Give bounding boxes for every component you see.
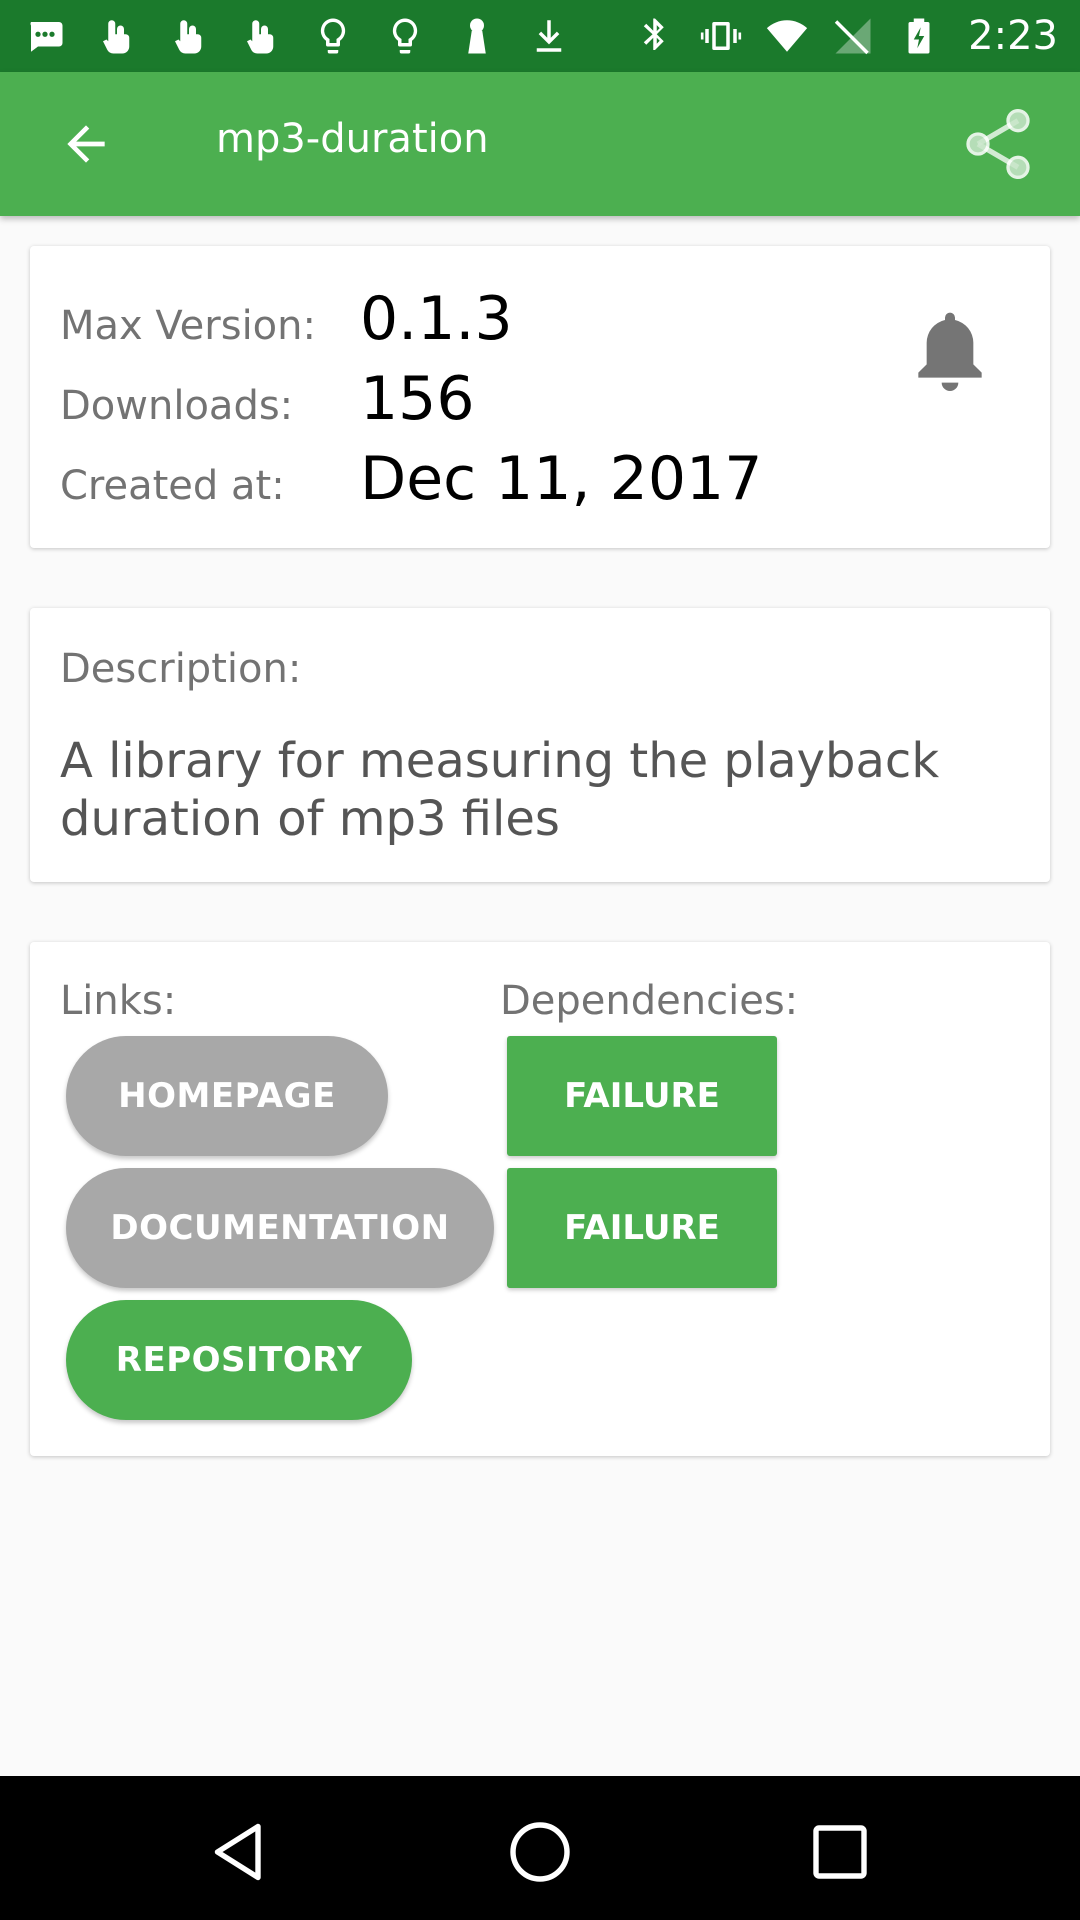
nav-back-button[interactable] [200,1812,280,1892]
system-icons: 2:23 [632,10,1058,62]
dependency-button[interactable]: FAILURE [507,1036,777,1156]
created-label: Created at: [60,463,285,509]
no-signal-icon [830,13,876,59]
max-version-row: Max Version: 0.1.3 [60,284,513,354]
links-card: Links: Dependencies: HOMEPAGE DOCUMENTAT… [30,942,1050,1456]
bluetooth-icon [632,13,678,59]
dependency-button[interactable]: FAILURE [507,1168,777,1288]
description-text: A library for measuring the playback dur… [60,733,940,847]
downloads-row: Downloads: 156 [60,364,475,434]
navigation-bar [0,1776,1080,1920]
lightbulb-icon [382,13,428,59]
keyhole-icon [454,13,500,59]
package-info-card: Max Version: 0.1.3 Downloads: 156 Create… [30,246,1050,548]
status-bar: 2:23 [0,0,1080,72]
downloads-value: 156 [360,364,475,434]
touch-icon [238,13,284,59]
downloads-label: Downloads: [60,383,294,429]
created-value: Dec 11, 2017 [360,444,763,514]
touch-icon [166,13,212,59]
bell-icon [918,312,982,391]
clock: 2:23 [968,13,1058,59]
battery-charging-icon [896,13,942,59]
back-button[interactable] [46,112,126,176]
documentation-button[interactable]: DOCUMENTATION [66,1168,494,1288]
share-button[interactable] [956,102,1040,186]
share-icon [966,109,1030,179]
nav-recents-button[interactable] [800,1812,880,1892]
page-title: mp3-duration [216,116,489,162]
app-bar: mp3-duration [0,72,1080,216]
message-icon [22,13,68,59]
max-version-label: Max Version: [60,303,316,349]
touch-icon [94,13,140,59]
download-icon [526,13,572,59]
max-version-value: 0.1.3 [360,284,513,354]
description-card: Description: A library for measuring the… [30,608,1050,882]
repository-button[interactable]: REPOSITORY [66,1300,412,1420]
notify-button[interactable] [910,306,990,396]
triangle-back-icon [214,1823,261,1881]
vibrate-icon [698,13,744,59]
homepage-button[interactable]: HOMEPAGE [66,1036,388,1156]
arrow-back-icon [67,125,105,163]
dependencies-label: Dependencies: [500,978,799,1024]
circle-home-icon [510,1822,570,1882]
created-row: Created at: Dec 11, 2017 [60,444,762,514]
links-label: Links: [60,978,177,1024]
lightbulb-icon [310,13,356,59]
wifi-icon [764,13,810,59]
square-recents-icon [813,1825,867,1879]
notification-icons [22,10,572,62]
nav-home-button[interactable] [500,1812,580,1892]
description-label: Description: [60,646,302,692]
